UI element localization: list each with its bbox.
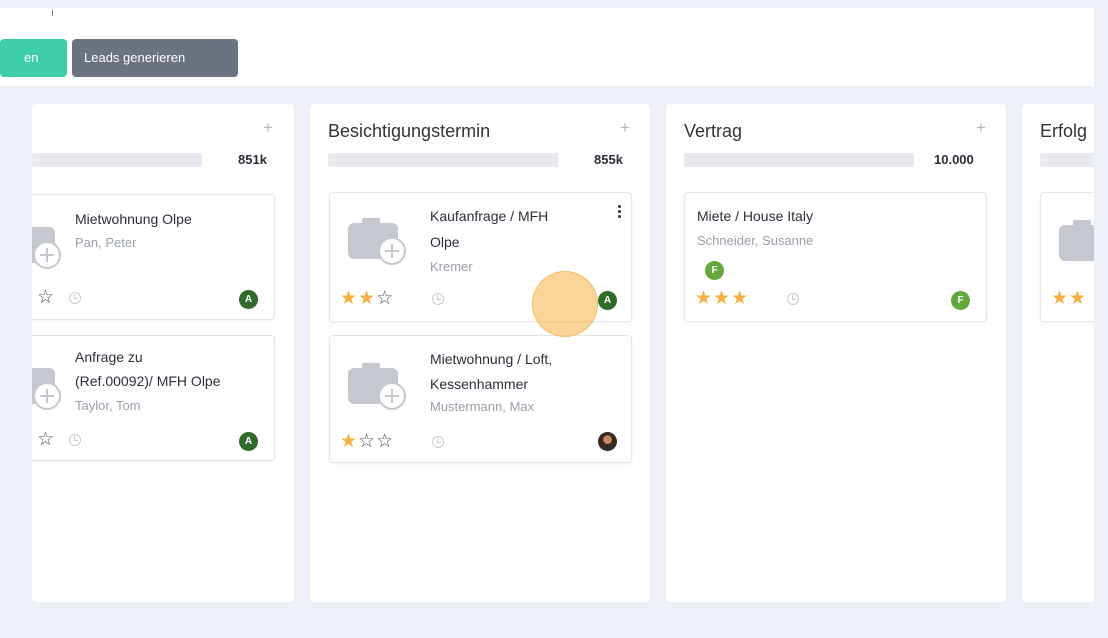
column-progress-bar (1040, 153, 1094, 167)
column-sum: 851k (238, 152, 267, 167)
column-vertrag: Vertrag + 10.000 Miete / House Italy Sch… (666, 104, 1006, 602)
card-title-line-1: Mietwohnung / Loft, (430, 351, 553, 367)
column-progress-bar (32, 153, 202, 167)
card-subtitle: Schneider, Susanne (697, 233, 814, 248)
avatar[interactable]: A (239, 432, 258, 451)
card-title: Miete / House Italy (697, 208, 813, 224)
kanban-board: + 851k Mietwohnung Olpe Pan, Peter ☆ A A… (32, 104, 1094, 602)
clock-icon (787, 293, 799, 305)
card-title-line-1: Kaufanfrage / MFH (430, 208, 549, 224)
avatar[interactable]: A (598, 291, 617, 310)
clock-icon (432, 293, 444, 305)
camera-add-icon (1059, 220, 1094, 261)
camera-add-icon (348, 363, 406, 410)
star-filled-icon[interactable]: ★ (340, 288, 358, 309)
add-card-icon[interactable]: + (263, 118, 273, 138)
camera-add-icon (348, 218, 406, 265)
column-progress-bar (684, 153, 914, 167)
avatar-photo[interactable] (598, 432, 617, 451)
column-sum: 855k (594, 152, 623, 167)
star-filled-icon[interactable]: ★ (695, 288, 713, 309)
column-title: Erfolg (1040, 121, 1088, 141)
star-empty-icon[interactable]: ☆ (376, 431, 394, 452)
column-besichtigungstermin: Besichtigungstermin + 855k Kaufanfrage /… (310, 104, 650, 602)
column-progress-bar (328, 153, 558, 167)
star-empty-icon[interactable]: ☆ (37, 429, 55, 450)
lead-card[interactable]: Anfrage zu (Ref.00092)/ MFH Olpe Taylor,… (32, 335, 275, 461)
star-empty-icon[interactable]: ☆ (37, 287, 55, 308)
add-card-icon[interactable]: + (976, 118, 986, 138)
add-card-icon[interactable]: + (620, 118, 630, 138)
card-title-line-2: Kessenhammer (430, 376, 529, 392)
card-title-line-2: (Ref.00092)/ MFH Olpe (75, 373, 221, 389)
star-filled-icon[interactable]: ★ (713, 288, 731, 309)
column-title: Besichtigungstermin (328, 121, 491, 141)
column-erfolg: Erfolg ★★ (1022, 104, 1094, 602)
rating-stars[interactable]: ☆ (37, 428, 55, 451)
click-indicator (532, 271, 598, 337)
card-menu-icon[interactable] (618, 205, 622, 218)
column-sum: 10.000 (934, 152, 974, 167)
clock-icon (69, 434, 81, 446)
column-title: Vertrag (684, 121, 743, 141)
star-empty-icon[interactable]: ☆ (358, 431, 376, 452)
lead-card[interactable]: ★★ (1040, 192, 1094, 322)
card-title-line-1: Anfrage zu (75, 349, 143, 365)
lead-card[interactable]: Mietwohnung Olpe Pan, Peter ☆ A (32, 194, 275, 320)
star-empty-icon[interactable]: ☆ (376, 288, 394, 309)
rating-stars[interactable]: ★☆☆ (340, 430, 394, 453)
clock-icon (69, 292, 81, 304)
card-title: Mietwohnung Olpe (75, 211, 192, 227)
star-filled-icon[interactable]: ★ (1051, 288, 1069, 309)
avatar[interactable]: A (239, 290, 258, 309)
card-subtitle: Pan, Peter (75, 235, 137, 250)
toolbar-mark (52, 10, 55, 16)
toolbar: en Leads generieren (0, 8, 1094, 86)
camera-add-icon (32, 368, 61, 410)
rating-stars[interactable]: ★★★ (695, 287, 749, 310)
rating-stars[interactable]: ☆ (37, 286, 55, 309)
rating-stars[interactable]: ★★☆ (340, 287, 394, 310)
star-filled-icon[interactable]: ★ (358, 288, 376, 309)
tag-avatar[interactable]: F (705, 261, 724, 280)
card-title-line-2: Olpe (430, 234, 460, 250)
card-subtitle: Taylor, Tom (75, 398, 141, 413)
star-filled-icon[interactable]: ★ (1069, 288, 1087, 309)
camera-add-icon (32, 227, 61, 269)
column-1: + 851k Mietwohnung Olpe Pan, Peter ☆ A A… (32, 104, 294, 602)
card-subtitle: Mustermann, Max (430, 399, 535, 414)
rating-stars[interactable]: ★★ (1051, 287, 1087, 310)
lead-card[interactable]: Mietwohnung / Loft, Kessenhammer Musterm… (329, 335, 632, 463)
card-subtitle: Kremer (430, 259, 473, 274)
clock-icon (432, 436, 444, 448)
star-filled-icon[interactable]: ★ (731, 288, 749, 309)
lead-card[interactable]: Miete / House Italy Schneider, Susanne F… (684, 192, 987, 322)
partial-button[interactable]: en (0, 39, 67, 77)
avatar[interactable]: F (951, 291, 970, 310)
generate-leads-button[interactable]: Leads generieren (72, 39, 238, 77)
star-filled-icon[interactable]: ★ (340, 431, 358, 452)
